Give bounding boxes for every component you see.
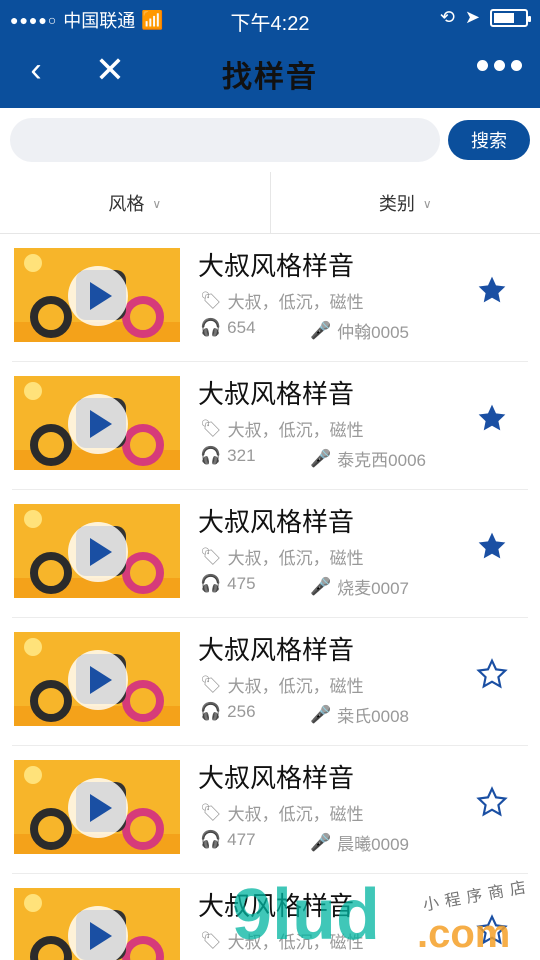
favorite-star-button[interactable] xyxy=(474,272,510,308)
mic-icon: 🎤 xyxy=(310,448,332,468)
thumbnail[interactable] xyxy=(14,248,180,342)
thumbnail[interactable] xyxy=(14,632,180,726)
more-dot-icon xyxy=(494,60,505,71)
tags-text: 大叔，低沉，磁性 xyxy=(227,549,364,568)
battery-icon xyxy=(490,8,531,27)
list-item[interactable]: 大叔风格样音 🏷 大叔，低沉，磁性 🎧 475 🎤 烧麦0007 xyxy=(12,490,528,618)
favorite-star-button[interactable] xyxy=(474,784,510,820)
list-item[interactable]: 大叔风格样音 🏷 大叔，低沉，磁性 🎧 321 🎤 泰克西0006 xyxy=(12,362,528,490)
author-name: 泰克西0006 xyxy=(337,451,426,470)
favorite-star-button[interactable] xyxy=(474,400,510,436)
item-tags: 🏷 大叔，低沉，磁性 xyxy=(200,800,364,825)
headphones-icon: 🎧 xyxy=(200,574,222,593)
item-title: 大叔风格样音 xyxy=(198,891,355,921)
more-menu-button[interactable] xyxy=(477,60,522,71)
tags-text: 大叔，低沉，磁性 xyxy=(227,293,364,312)
more-dot-icon xyxy=(511,60,522,71)
thumbnail[interactable] xyxy=(14,504,180,598)
tag-icon: 🏷 xyxy=(200,674,222,694)
list-item[interactable]: 大叔风格样音 🏷 大叔，低沉，磁性 🎧 256 🎤 桒氏0008 xyxy=(12,618,528,746)
item-tags: 🏷 大叔，低沉，磁性 xyxy=(200,672,364,697)
play-count: 477 xyxy=(227,830,256,849)
star-outline-icon xyxy=(476,658,508,689)
play-icon[interactable] xyxy=(68,650,128,710)
page-title: 找样音 xyxy=(222,61,318,94)
play-icon[interactable] xyxy=(68,778,128,838)
play-count: 475 xyxy=(227,574,256,593)
author-name: 桒氏0008 xyxy=(337,707,409,726)
thumbnail[interactable] xyxy=(14,888,180,960)
search-input[interactable] xyxy=(10,118,440,162)
tags-text: 大叔，低沉，磁性 xyxy=(227,805,364,824)
nav-bar: ‹ ✕ 找样音 xyxy=(0,36,540,108)
star-filled-icon xyxy=(478,404,506,431)
star-outline-icon xyxy=(476,786,508,817)
item-title: 大叔风格样音 xyxy=(198,635,355,665)
search-row: 搜索 xyxy=(0,108,540,172)
tag-icon: 🏷 xyxy=(200,802,222,822)
filter-style-label: 风格 xyxy=(108,193,145,214)
mic-icon: 🎤 xyxy=(310,704,332,724)
play-count: 654 xyxy=(227,318,256,337)
author-name: 晨曦0009 xyxy=(337,835,409,854)
headphones-icon: 🎧 xyxy=(200,446,222,465)
item-tags: 🏷 大叔，低沉，磁性 xyxy=(200,544,364,569)
favorite-star-button[interactable] xyxy=(474,912,510,948)
more-dot-icon xyxy=(477,60,488,71)
play-count: 256 xyxy=(227,702,256,721)
tags-text: 大叔，低沉，磁性 xyxy=(227,677,364,696)
star-outline-icon xyxy=(476,914,508,945)
mic-icon: 🎤 xyxy=(310,320,332,340)
tag-icon: 🏷 xyxy=(200,418,222,438)
headphones-icon: 🎧 xyxy=(200,318,222,337)
lock-rotation-icon: ⟲ xyxy=(439,7,455,27)
play-icon[interactable] xyxy=(68,266,128,326)
list-item[interactable]: 大叔风格样音 🏷 大叔，低沉，磁性 xyxy=(12,874,528,960)
mic-icon: 🎤 xyxy=(310,576,332,596)
filter-style[interactable]: 风格 ∨ xyxy=(0,172,270,233)
headphones-icon: 🎧 xyxy=(200,830,222,849)
top-bar: ●●●●○ 中国联通 📶 下午4:22 ⟲ ➤ ‹ ✕ 找样音 xyxy=(0,0,540,108)
item-tags: 🏷 大叔，低沉，磁性 xyxy=(200,928,364,953)
mic-icon: 🎤 xyxy=(310,832,332,852)
location-icon: ➤ xyxy=(464,7,480,27)
item-title: 大叔风格样音 xyxy=(198,507,355,537)
item-tags: 🏷 大叔，低沉，磁性 xyxy=(200,416,364,441)
filter-category-label: 类别 xyxy=(378,193,415,214)
tag-icon: 🏷 xyxy=(200,546,222,566)
tag-icon: 🏷 xyxy=(200,930,222,950)
status-bar: ●●●●○ 中国联通 📶 下午4:22 ⟲ ➤ xyxy=(0,0,540,36)
tags-text: 大叔，低沉，磁性 xyxy=(227,933,364,952)
item-title: 大叔风格样音 xyxy=(198,251,355,281)
thumbnail[interactable] xyxy=(14,376,180,470)
play-icon[interactable] xyxy=(68,522,128,582)
sample-list: 大叔风格样音 🏷 大叔，低沉，磁性 🎧 654 🎤 仲翰0005 大叔风格样音 🏷 … xyxy=(0,234,540,960)
play-icon[interactable] xyxy=(68,394,128,454)
list-item[interactable]: 大叔风格样音 🏷 大叔，低沉，磁性 🎧 477 🎤 晨曦0009 xyxy=(12,746,528,874)
search-button[interactable]: 搜索 xyxy=(448,120,530,160)
chevron-down-icon: ∨ xyxy=(422,196,432,211)
star-filled-icon xyxy=(478,532,506,559)
headphones-icon: 🎧 xyxy=(200,702,222,721)
item-tags: 🏷 大叔，低沉，磁性 xyxy=(200,288,364,313)
star-filled-icon xyxy=(478,276,506,303)
thumbnail[interactable] xyxy=(14,760,180,854)
status-right: ⟲ ➤ xyxy=(439,7,531,28)
item-title: 大叔风格样音 xyxy=(198,379,355,409)
filter-bar: 风格 ∨ 类别 ∨ xyxy=(0,172,540,234)
author-name: 仲翰0005 xyxy=(337,323,409,342)
favorite-star-button[interactable] xyxy=(474,656,510,692)
filter-category[interactable]: 类别 ∨ xyxy=(269,172,540,233)
tags-text: 大叔，低沉，磁性 xyxy=(227,421,364,440)
list-item[interactable]: 大叔风格样音 🏷 大叔，低沉，磁性 🎧 654 🎤 仲翰0005 xyxy=(12,234,528,362)
tag-icon: 🏷 xyxy=(200,290,222,310)
play-icon[interactable] xyxy=(68,906,128,960)
item-title: 大叔风格样音 xyxy=(198,763,355,793)
favorite-star-button[interactable] xyxy=(474,528,510,564)
play-count: 321 xyxy=(227,446,256,465)
chevron-down-icon: ∨ xyxy=(152,196,162,211)
author-name: 烧麦0007 xyxy=(337,579,409,598)
